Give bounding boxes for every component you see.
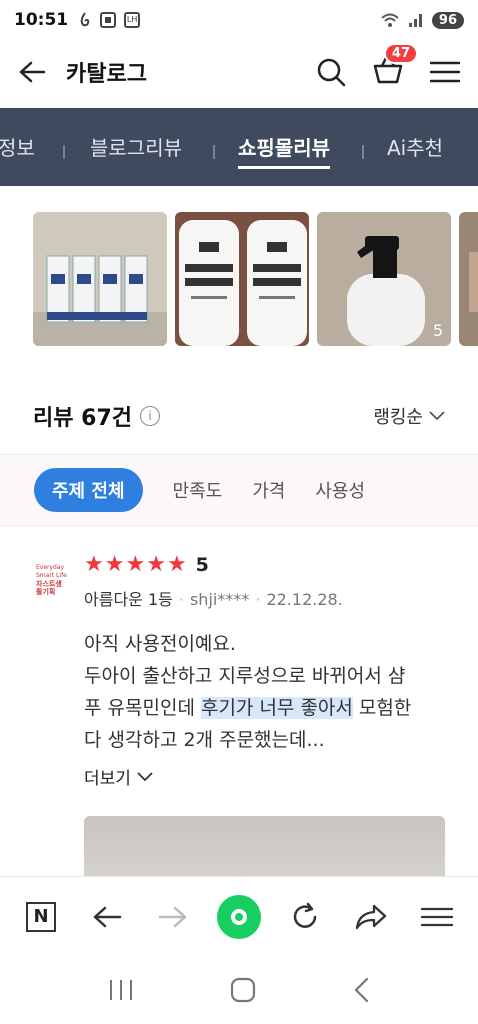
tab-divider	[213, 145, 215, 159]
tab-divider	[63, 145, 65, 159]
tab-blog-review[interactable]: 블로그리뷰	[90, 132, 182, 161]
recent-apps-icon[interactable]	[108, 979, 134, 1001]
star-rating: ★ ★ ★ ★ ★ 5	[84, 552, 209, 577]
read-more-button[interactable]: 더보기	[84, 764, 153, 789]
star-icon: ★	[84, 552, 104, 577]
browser-toolbar: N	[0, 876, 478, 956]
back-button[interactable]	[83, 893, 131, 941]
author-rank: 아름다운 1등	[84, 590, 173, 609]
chevron-down-icon	[429, 411, 445, 421]
shampoo-bottles-image	[175, 212, 309, 346]
lh-app-icon: LH	[124, 12, 141, 28]
status-time: 10:51	[14, 10, 69, 30]
star-icon: ★	[104, 552, 125, 577]
arrow-right-icon	[158, 906, 187, 927]
screen-icon	[100, 12, 117, 28]
rating-score: 5	[195, 554, 209, 576]
page-title: 카탈로그	[66, 62, 147, 87]
highlighted-keyword: 후기가 너무 좋아서	[200, 697, 353, 719]
sort-label: 랭킹순	[373, 407, 423, 428]
refresh-icon	[293, 902, 317, 928]
browser-menu-button[interactable]	[413, 893, 461, 941]
pump-bottle-image	[317, 212, 451, 346]
review-photo[interactable]: 5	[317, 212, 451, 346]
review-body: 아직 사용전이예요. 두아이 출산하고 지루성으로 바뀌어서 샴 푸 유목민인데…	[84, 633, 412, 751]
partial-photo-image	[459, 212, 478, 346]
forward-button[interactable]	[149, 893, 197, 941]
home-icon[interactable]	[230, 977, 256, 1003]
wifi-icon	[381, 13, 399, 27]
section-tabs: 정보 블로그리뷰 쇼핑몰리뷰 Ai추천	[0, 108, 478, 186]
green-dot-button[interactable]	[215, 893, 263, 941]
refresh-button[interactable]	[281, 893, 329, 941]
topic-filter-bar: 주제 전체 만족도 가격 사용성	[0, 454, 478, 526]
naver-n-icon: N	[26, 901, 56, 932]
filter-chip-satisfaction[interactable]: 만족도	[173, 477, 223, 503]
share-icon	[355, 904, 387, 929]
tab-ai-recommend[interactable]: Ai추천	[387, 132, 443, 161]
star-icon: ★	[146, 552, 166, 577]
review-photo[interactable]	[33, 212, 167, 346]
cart-button[interactable]: 47	[372, 43, 418, 89]
signal-icon	[408, 14, 422, 27]
filter-chip-price[interactable]: 가격	[252, 477, 285, 503]
tab-info[interactable]: 정보	[0, 132, 35, 161]
review-count-title: 리뷰 67건	[33, 406, 132, 431]
star-icon: ★	[125, 552, 146, 577]
review-photo[interactable]	[459, 212, 478, 346]
filter-chip-usability[interactable]: 사용성	[315, 477, 365, 503]
more-photos-count: 5	[432, 321, 443, 340]
battery-indicator: 96	[431, 11, 464, 29]
tab-shopping-review[interactable]: 쇼핑몰리뷰	[238, 132, 330, 169]
menu-icon[interactable]	[430, 60, 460, 84]
review-photo-strip: 5	[33, 212, 478, 346]
app-header: 카탈로그 47	[0, 40, 478, 104]
arrow-left-icon	[93, 906, 122, 927]
share-button[interactable]	[347, 893, 395, 941]
menu-icon	[421, 907, 453, 926]
system-navigation-bar	[0, 956, 478, 1024]
notification-icon	[80, 12, 90, 27]
chevron-down-icon	[137, 771, 153, 781]
back-arrow-icon[interactable]	[18, 60, 46, 84]
status-bar: 10:51 LH 96	[0, 0, 478, 40]
green-dot-icon	[217, 894, 261, 939]
review-date: 22.12.28.	[266, 590, 343, 609]
system-back-icon[interactable]	[352, 977, 370, 1003]
review-photo[interactable]	[175, 212, 309, 346]
naver-home-button[interactable]: N	[17, 893, 65, 941]
filter-chip-all[interactable]: 주제 전체	[34, 468, 143, 512]
shop-logo: Everyday Smart Life 자스트생활기획	[36, 564, 67, 596]
product-boxes-image	[33, 212, 167, 346]
sort-dropdown[interactable]: 랭킹순	[373, 403, 445, 429]
review-user: shji****	[189, 590, 250, 609]
search-icon[interactable]	[316, 57, 346, 87]
review-meta: 아름다운 1등 · shji**** · 22.12.28.	[84, 590, 343, 609]
info-icon[interactable]: i	[140, 406, 160, 426]
star-icon: ★	[166, 552, 187, 577]
cart-count-badge: 47	[383, 43, 418, 64]
review-summary-header: 리뷰 67건 i 랭킹순	[33, 400, 445, 432]
tab-divider	[362, 145, 364, 159]
status-icons: LH	[78, 11, 141, 29]
